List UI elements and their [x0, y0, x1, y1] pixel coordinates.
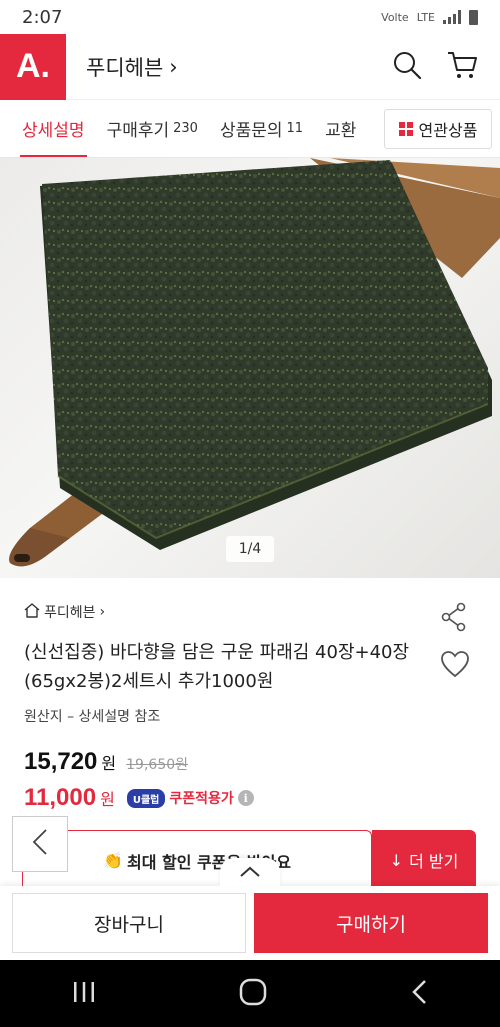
review-count: 230 [173, 121, 198, 136]
tab-details[interactable]: 상세설명 [0, 100, 87, 157]
tab-label: 상세설명 [22, 121, 85, 141]
seller-name: 푸디헤븐 [44, 605, 96, 621]
home-icon [24, 602, 40, 622]
store-name: 푸디헤븐 [86, 55, 164, 80]
app-header: A. 푸디헤븐 › [0, 33, 500, 100]
collapse-handle[interactable] [220, 858, 280, 886]
tab-reviews[interactable]: 구매후기 230 [85, 100, 198, 157]
product-image[interactable] [0, 158, 500, 578]
more-coupons-button[interactable]: ↓ 더 받기 [372, 830, 476, 890]
more-coupons-label: 더 받기 [409, 852, 459, 871]
purchase-action-bar: 장바구니 구매하기 [0, 886, 500, 960]
back-icon[interactable] [410, 979, 428, 1009]
status-icons: Volte LTE [381, 9, 478, 25]
tab-label: 상품문의 [219, 121, 283, 141]
original-price: 19,650원 [126, 757, 189, 773]
tab-questions[interactable]: 상품문의 11 [198, 100, 304, 157]
add-to-cart-button[interactable]: 장바구니 [12, 893, 246, 953]
system-nav-bar [0, 960, 500, 1027]
coupon-label: 쿠폰적용가 [169, 791, 234, 807]
download-icon: ↓ [389, 850, 404, 870]
coupon-price-row: 11,000 원 U클럽 쿠폰적용가 i [24, 784, 254, 812]
origin-text: 원산지 – 상세설명 참조 [24, 709, 161, 725]
image-counter: 1/4 [226, 536, 274, 562]
chevron-up-icon [239, 863, 261, 882]
battery-icon [469, 9, 478, 25]
price-unit: 원 [101, 754, 117, 773]
clap-icon: 👏 [103, 851, 123, 870]
seaweed-photo [9, 158, 500, 567]
volte-indicator: Volte [381, 10, 409, 24]
price-row: 15,720 원 19,650원 [24, 748, 188, 776]
question-count: 11 [286, 121, 304, 136]
tab-label: 구매후기 [106, 121, 170, 141]
status-time: 2:07 [22, 6, 63, 28]
cart-icon[interactable] [446, 50, 478, 84]
seller-link[interactable]: 푸디헤븐 › [24, 602, 105, 622]
chevron-right-icon: › [169, 54, 178, 79]
home-button-icon[interactable] [239, 978, 267, 1010]
product-title: (신선집중) 바다향을 담은 구운 파래김 40장+40장(65gx2봉)2세트… [24, 642, 410, 692]
sale-price: 15,720 [24, 748, 98, 775]
search-icon[interactable] [392, 50, 422, 84]
status-bar: 2:07 Volte LTE [0, 0, 500, 34]
coupon-banner[interactable]: 👏 최대 할인 쿠폰을 받아요 [22, 830, 372, 890]
signal-icon [443, 10, 461, 24]
coupon-price: 11,000 [24, 784, 97, 811]
network-indicator: LTE [416, 10, 435, 24]
buy-now-button[interactable]: 구매하기 [254, 893, 488, 953]
heart-icon[interactable] [440, 650, 470, 682]
chevron-left-icon [32, 828, 48, 860]
chevron-right-icon: › [99, 604, 106, 620]
share-icon[interactable] [440, 602, 468, 636]
store-name-link[interactable]: 푸디헤븐 › [86, 52, 178, 82]
info-icon[interactable]: i [237, 790, 254, 806]
tab-exchange[interactable]: 교환 [303, 100, 357, 157]
back-arrow-button[interactable] [12, 816, 68, 872]
grid-icon [398, 122, 413, 136]
tab-label: 교환 [325, 121, 357, 141]
coupon-price-unit: 원 [100, 790, 115, 809]
recent-apps-icon[interactable] [72, 981, 96, 1007]
related-products-label: 연관상품 [418, 121, 478, 140]
u-club-badge: U클럽 [126, 788, 166, 808]
header-icons [392, 50, 500, 84]
brand-logo[interactable]: A. [0, 33, 66, 100]
related-products-button[interactable]: 연관상품 [384, 109, 492, 149]
